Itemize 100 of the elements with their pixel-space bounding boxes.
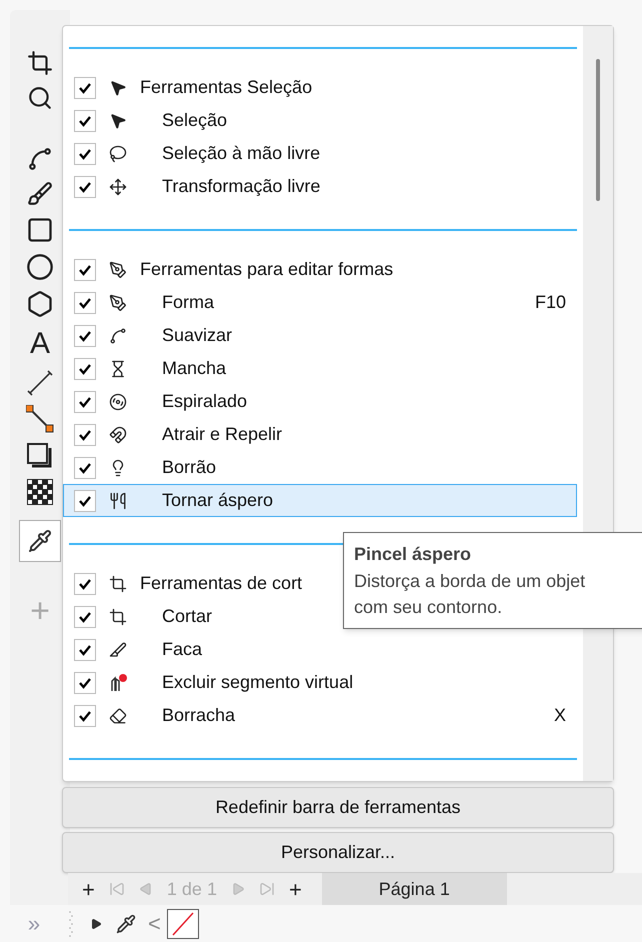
checkmark-icon — [78, 610, 92, 624]
checkmark-icon — [78, 708, 92, 722]
page-tab[interactable]: Página 1 — [322, 873, 507, 905]
checkbox[interactable] — [74, 606, 96, 628]
tool-label: Seleção — [162, 109, 228, 132]
menu-item[interactable]: Faca — [63, 633, 577, 666]
tool-label: Forma — [162, 291, 214, 314]
checkmark-icon — [78, 428, 92, 442]
line-icon[interactable] — [27, 370, 53, 396]
tool-label: Cortar — [162, 605, 212, 628]
brush-icon[interactable] — [27, 181, 53, 207]
tool-label: Atrair e Repelir — [162, 423, 282, 446]
checkmark-icon — [78, 362, 92, 376]
menu-item[interactable]: Borrão — [63, 451, 577, 484]
checkbox[interactable] — [74, 672, 96, 694]
tooltip-title: Pincel áspero — [354, 543, 472, 566]
crop-icon[interactable] — [27, 50, 53, 76]
menu-item[interactable]: Seleção à mão livre — [63, 137, 577, 170]
grip-icon — [68, 910, 74, 938]
tool-label: Borracha — [162, 704, 236, 727]
tool-label: Suavizar — [162, 324, 232, 347]
move-icon — [109, 178, 127, 196]
checkmark-icon — [78, 394, 92, 408]
checkmark-icon — [78, 642, 92, 656]
tool-label: Tornar áspero — [162, 489, 274, 512]
rectangle-icon[interactable] — [26, 216, 54, 244]
menu-item[interactable]: Suavizar — [63, 319, 577, 352]
checkbox[interactable] — [74, 704, 96, 726]
checker-icon[interactable] — [27, 479, 53, 505]
shadow-icon[interactable] — [26, 442, 54, 470]
tool-label: Excluir segmento virtual — [162, 671, 354, 694]
eyedropper-icon[interactable] — [116, 914, 136, 934]
checkbox[interactable] — [74, 572, 96, 594]
checkbox[interactable] — [74, 456, 96, 478]
checkmark-icon — [78, 296, 92, 310]
connector-icon[interactable] — [26, 405, 54, 433]
pen-icon — [109, 260, 127, 278]
checkbox[interactable] — [74, 358, 96, 380]
checkbox[interactable] — [74, 76, 96, 98]
add-page-button[interactable]: + — [288, 872, 302, 906]
menu-item[interactable]: Excluir segmento virtual — [63, 666, 577, 699]
crop-icon — [109, 608, 127, 626]
menu-item[interactable]: Seleção — [63, 104, 577, 137]
menu-item[interactable]: Ferramentas Seleção — [63, 71, 577, 104]
no-color-swatch[interactable] — [166, 908, 199, 938]
menu-button[interactable]: Redefinir barra de ferramentas — [62, 787, 614, 828]
checkmark-icon — [78, 676, 92, 690]
fork-icon — [109, 492, 127, 510]
search-icon[interactable] — [27, 85, 53, 111]
checkbox[interactable] — [74, 638, 96, 660]
tool-label: Borrão — [162, 456, 216, 479]
menu-item[interactable]: Tornar áspero — [63, 484, 577, 517]
tooltip-text: Distorça a borda de um objet — [354, 570, 586, 593]
checkmark-icon — [78, 180, 92, 194]
hexagon-icon[interactable] — [26, 290, 54, 318]
menu-item[interactable]: Mancha — [63, 352, 577, 385]
crop-icon — [109, 574, 127, 592]
menu-button[interactable]: Personalizar... — [62, 832, 614, 873]
pointer-icon — [109, 78, 127, 96]
menu-item[interactable]: Borracha X — [63, 699, 577, 732]
checkbox[interactable] — [74, 142, 96, 164]
checkbox[interactable] — [74, 258, 96, 280]
pen-icon — [109, 294, 127, 312]
scrollbar-thumb[interactable] — [596, 59, 600, 201]
add-page-button[interactable]: + — [82, 872, 95, 906]
checkbox[interactable] — [74, 424, 96, 446]
tool-label: Mancha — [162, 357, 226, 380]
checkmark-icon — [78, 328, 92, 342]
menu-item[interactable]: Transformação livre — [63, 170, 577, 203]
checkbox[interactable] — [74, 324, 96, 346]
checkmark-icon — [78, 576, 92, 590]
checkbox[interactable] — [74, 176, 96, 198]
eraser-icon — [109, 706, 127, 724]
freehand-icon[interactable] — [27, 146, 53, 172]
checkbox[interactable] — [74, 490, 96, 512]
shortcut-label: X — [554, 704, 566, 727]
checkbox[interactable] — [74, 292, 96, 314]
eyedropper-button[interactable] — [19, 520, 61, 562]
tool-label: Seleção à mão livre — [162, 142, 320, 165]
lasso-icon — [109, 144, 127, 162]
checkmark-icon — [78, 460, 92, 474]
checkmark-icon — [78, 262, 92, 276]
magnet-icon — [109, 426, 127, 444]
hourglass-icon — [109, 360, 127, 378]
ellipse-icon[interactable] — [26, 253, 54, 281]
checkbox[interactable] — [74, 390, 96, 412]
menu-item[interactable]: Ferramentas para editar formas — [63, 253, 577, 286]
menu-item[interactable]: Forma F10 — [63, 286, 577, 319]
menu-item[interactable]: Atrair e Repelir — [63, 418, 577, 451]
pointer-icon — [109, 112, 127, 130]
group-label: Ferramentas de cort — [140, 572, 302, 595]
tooltip-text: com seu contorno. — [354, 596, 504, 619]
menu-item[interactable]: Espiralado — [63, 385, 577, 418]
play-icon[interactable] — [90, 918, 102, 930]
checkmark-icon — [78, 146, 92, 160]
text-tool[interactable]: A — [30, 327, 50, 361]
checkmark-icon — [78, 494, 92, 508]
group-label: Ferramentas Seleção — [140, 76, 312, 99]
checkbox[interactable] — [74, 110, 96, 132]
checkmark-icon — [78, 80, 92, 94]
